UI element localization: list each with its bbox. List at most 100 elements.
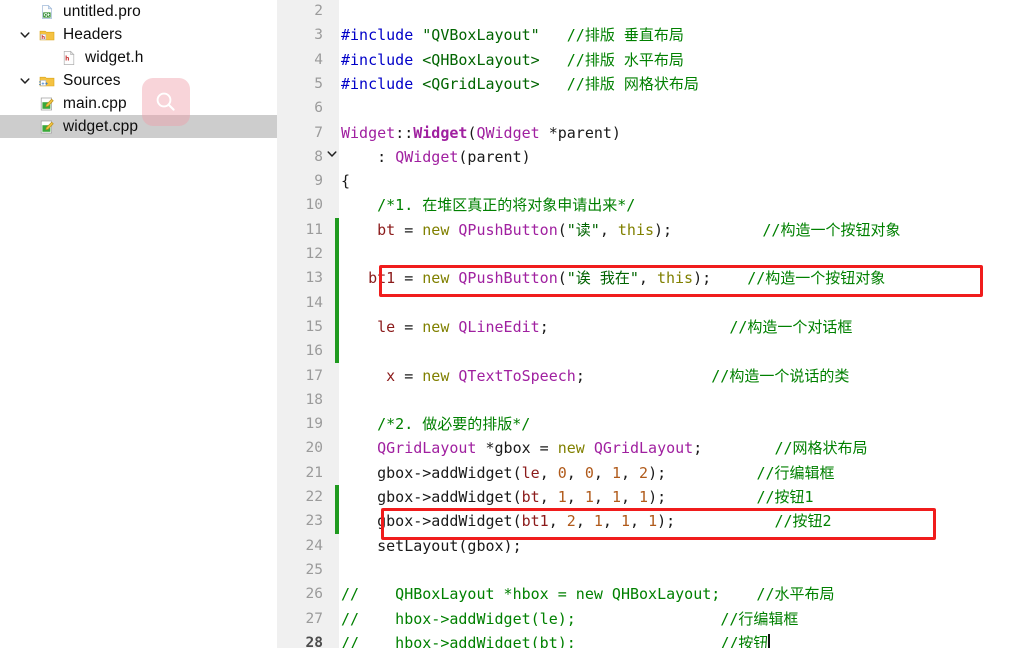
change-marker xyxy=(335,266,339,291)
line-number: 18 xyxy=(305,391,323,408)
tree-item-label: Headers xyxy=(63,25,123,43)
code-line[interactable]: 15 le = new QLineEdit; //构造一个对话框 xyxy=(277,314,1015,340)
code-line-text: QGridLayout *gbox = new QGridLayout; //网… xyxy=(377,439,868,458)
tree-item-headers[interactable]: h Headers xyxy=(0,23,277,46)
chevron-down-icon[interactable] xyxy=(14,75,36,87)
code-line-text: #include <QGridLayout> //排版 网格状布局 xyxy=(341,74,699,93)
change-marker xyxy=(335,485,339,510)
code-line[interactable]: 28 // hbox->addWidget(bt); //按钮 xyxy=(277,631,1015,648)
line-number: 13 xyxy=(305,270,323,287)
tree-item-main-cpp[interactable]: main.cpp xyxy=(0,92,277,115)
text-caret xyxy=(768,633,771,648)
code-line[interactable]: 18 xyxy=(277,388,1015,412)
change-marker xyxy=(335,242,339,267)
code-line[interactable]: 10 /*1. 在堆区真正的将对象申请出来*/ xyxy=(277,193,1015,217)
change-marker xyxy=(335,509,339,534)
code-line[interactable]: 17 x = new QTextToSpeech; //构造一个说话的类 xyxy=(277,364,1015,388)
line-number: 11 xyxy=(305,221,323,238)
code-line-text: bt = new QPushButton("读", this); //构造一个按… xyxy=(377,220,901,239)
line-number: 21 xyxy=(305,464,323,481)
code-line-text: /*2. 做必要的排版*/ xyxy=(377,415,531,434)
code-line-text: // QHBoxLayout *hbox = new QHBoxLayout; … xyxy=(341,585,835,604)
tree-item-untitled-pro[interactable]: Qt untitled.pro xyxy=(0,0,277,23)
line-number: 25 xyxy=(305,561,323,578)
tree-item-label: main.cpp xyxy=(63,94,127,112)
qt-project-file-icon: Qt xyxy=(36,4,58,20)
line-number: 20 xyxy=(305,440,323,457)
line-number: 12 xyxy=(305,246,323,262)
change-marker xyxy=(335,314,339,340)
tree-item-label: widget.cpp xyxy=(63,117,139,135)
code-line-text: x = new QTextToSpeech; //构造一个说话的类 xyxy=(386,366,850,385)
code-line[interactable]: 20 QGridLayout *gbox = new QGridLayout; … xyxy=(277,436,1015,460)
line-number: 3 xyxy=(314,27,323,44)
qt-creator-window: Qt untitled.pro h Headers h widget.h C++ Source… xyxy=(0,0,1015,648)
tree-item-widget-cpp[interactable]: widget.cpp xyxy=(0,115,277,138)
tree-item-widget-h[interactable]: h widget.h xyxy=(0,46,277,69)
code-line[interactable]: 16 xyxy=(277,339,1015,364)
code-line-text: le = new QLineEdit; //构造一个对话框 xyxy=(377,317,853,336)
code-line-text: #include "QVBoxLayout" //排版 垂直布局 xyxy=(341,26,684,45)
line-number: 10 xyxy=(305,197,323,214)
header-file-icon: h xyxy=(58,50,80,66)
line-number: 8 xyxy=(314,148,323,165)
code-line[interactable]: 9{ xyxy=(277,169,1015,193)
code-line-text: // hbox->addWidget(bt); //按钮 xyxy=(341,631,771,648)
code-line[interactable]: 26 // QHBoxLayout *hbox = new QHBoxLayout… xyxy=(277,582,1015,606)
line-number: 26 xyxy=(305,586,323,603)
line-number: 19 xyxy=(305,416,323,433)
svg-text:h: h xyxy=(65,55,69,62)
folder-headers-icon: h xyxy=(36,27,58,43)
line-number: 22 xyxy=(305,489,323,505)
code-line[interactable]: 3 #include "QVBoxLayout" //排版 垂直布局 xyxy=(277,23,1015,47)
svg-text:h: h xyxy=(41,35,45,41)
fold-toggle-icon[interactable] xyxy=(326,145,338,169)
line-number: 23 xyxy=(305,513,323,530)
code-line[interactable]: 22 gbox->addWidget(bt, 1, 1, 1, 1); //按钮… xyxy=(277,485,1015,510)
code-line[interactable]: 2 xyxy=(277,0,1015,23)
project-tree: Qt untitled.pro h Headers h widget.h C++ Source… xyxy=(0,0,277,138)
code-line[interactable]: 25 xyxy=(277,558,1015,582)
tree-item-sources[interactable]: C++ Sources xyxy=(0,69,277,92)
code-text-area[interactable]: 2 3 #include "QVBoxLayout" //排版 垂直布局 4 #incl… xyxy=(277,0,1015,648)
code-line[interactable]: 12 xyxy=(277,242,1015,267)
line-number: 24 xyxy=(305,537,323,554)
code-line[interactable]: 11 bt = new QPushButton("读", this); //构造… xyxy=(277,217,1015,242)
line-number: 16 xyxy=(305,343,323,360)
code-line[interactable]: 27 // hbox->addWidget(le); //行编辑框 xyxy=(277,607,1015,631)
code-line[interactable]: 5 #include <QGridLayout> //排版 网格状布局 xyxy=(277,72,1015,96)
line-number: 15 xyxy=(305,318,323,335)
code-line[interactable]: 7 Widget::Widget(QWidget *parent) xyxy=(277,121,1015,145)
project-tree-panel: Qt untitled.pro h Headers h widget.h C++ Source… xyxy=(0,0,277,648)
folder-sources-icon: C++ xyxy=(36,73,58,89)
code-line-text: Widget::Widget(QWidget *parent) xyxy=(341,123,621,142)
tree-item-label: untitled.pro xyxy=(63,2,141,20)
code-line-text: : QWidget(parent) xyxy=(341,147,531,166)
code-line-text: /*1. 在堆区真正的将对象申请出来*/ xyxy=(377,196,636,215)
change-marker xyxy=(335,290,339,315)
code-line-text: gbox->addWidget(bt, 1, 1, 1, 1); //按钮1 xyxy=(341,488,814,506)
tree-item-label: widget.h xyxy=(85,48,144,66)
svg-text:C++: C++ xyxy=(39,81,49,87)
line-number: 6 xyxy=(314,100,323,117)
line-number: 4 xyxy=(314,51,323,68)
line-number: 28 xyxy=(305,634,323,648)
code-line[interactable]: 6 xyxy=(277,96,1015,120)
tree-item-label: Sources xyxy=(63,71,121,89)
annotation-box-addwidget-bt1 xyxy=(381,508,936,540)
code-line-text: { xyxy=(341,172,351,191)
change-marker xyxy=(335,217,339,242)
code-line[interactable]: 19 /*2. 做必要的排版*/ xyxy=(277,412,1015,436)
code-line[interactable]: 8 : QWidget(parent) xyxy=(277,145,1015,169)
line-number: 2 xyxy=(314,3,323,19)
code-line[interactable]: 21 gbox->addWidget(le, 0, 0, 1, 2); //行编… xyxy=(277,461,1015,485)
code-line[interactable]: 4 #include <QHBoxLayout> //排版 水平布局 xyxy=(277,48,1015,72)
line-number: 7 xyxy=(314,124,323,141)
code-editor[interactable]: 2 3 #include "QVBoxLayout" //排版 垂直布局 4 #incl… xyxy=(277,0,1015,648)
chevron-down-icon[interactable] xyxy=(14,29,36,41)
line-number: 17 xyxy=(305,367,323,384)
cpp-file-icon xyxy=(36,96,58,112)
search-icon[interactable] xyxy=(142,78,190,126)
line-number: 27 xyxy=(305,610,323,627)
svg-text:Qt: Qt xyxy=(44,12,51,18)
